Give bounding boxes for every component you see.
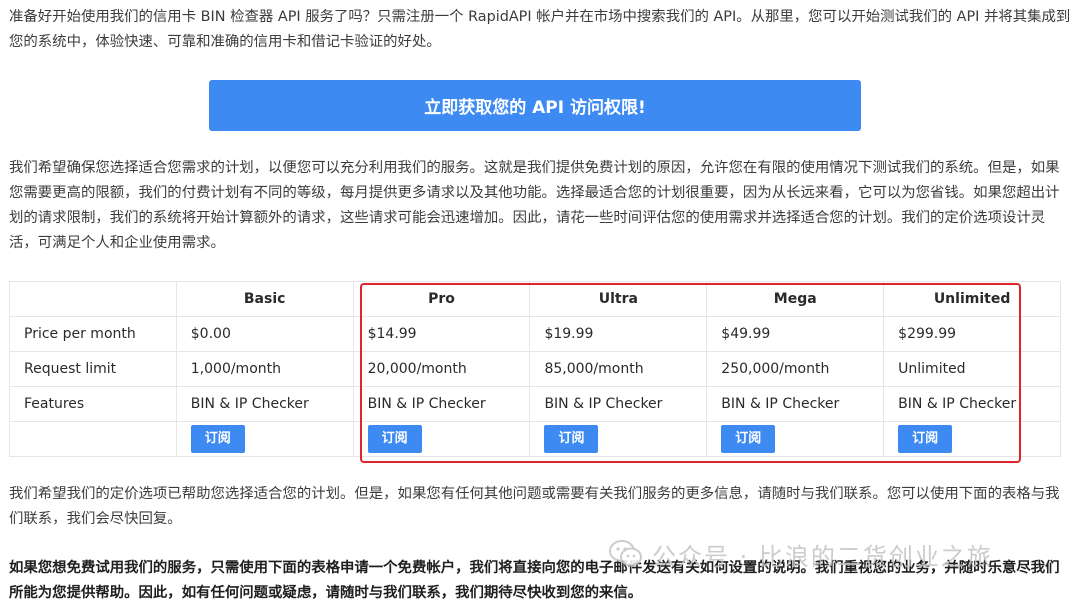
row-label-limit: Request limit	[9, 351, 177, 387]
intro-paragraph: 准备好开始使用我们的信用卡 BIN 检查器 API 服务了吗？只需注册一个 Ra…	[9, 9, 1071, 50]
row-label-features: Features	[9, 386, 177, 422]
table-row: Request limit 1,000/month 20,000/month 8…	[9, 351, 1061, 387]
price-unlimited: $299.99	[883, 316, 1061, 352]
pricing-table: Basic Pro Ultra Mega Unlimited Price per…	[9, 281, 1061, 457]
limit-unlimited: Unlimited	[883, 351, 1061, 387]
header-empty	[9, 281, 177, 317]
price-ultra: $19.99	[529, 316, 708, 352]
limit-ultra: 85,000/month	[529, 351, 708, 387]
row-label-price: Price per month	[9, 316, 177, 352]
header-basic: Basic	[175, 281, 354, 317]
limit-mega: 250,000/month	[706, 351, 885, 387]
table-row: 订阅 订阅 订阅 订阅 订阅	[9, 421, 1061, 457]
subscribe-cell: 订阅	[706, 421, 885, 457]
pricing-header-row: Basic Pro Ultra Mega Unlimited	[9, 281, 1061, 317]
plan-paragraph: 我们希望确保您选择适合您需求的计划，以便您可以充分利用我们的服务。这就是我们提供…	[9, 160, 1060, 251]
features-ultra: BIN & IP Checker	[529, 386, 708, 422]
features-mega: BIN & IP Checker	[706, 386, 885, 422]
wechat-watermark: 公众号 · 比浪的二货创业之旅	[608, 536, 993, 572]
subscribe-basic-button[interactable]: 订阅	[190, 425, 245, 453]
header-mega: Mega	[706, 281, 885, 317]
outro-paragraph: 我们希望我们的定价选项已帮助您选择适合您的计划。但是，如果您有任何其他问题或需要…	[9, 486, 1060, 527]
price-basic: $0.00	[175, 316, 354, 352]
subscribe-pro-button[interactable]: 订阅	[367, 425, 422, 453]
limit-pro: 20,000/month	[352, 351, 531, 387]
subscribe-cell: 订阅	[883, 421, 1061, 457]
subscribe-cell: 订阅	[529, 421, 708, 457]
header-ultra: Ultra	[529, 281, 708, 317]
get-api-access-button[interactable]: 立即获取您的 API 访问权限!	[209, 80, 861, 131]
subscribe-ultra-button[interactable]: 订阅	[544, 425, 599, 453]
features-unlimited: BIN & IP Checker	[883, 386, 1061, 422]
table-row: Features BIN & IP Checker BIN & IP Check…	[9, 386, 1061, 422]
features-pro: BIN & IP Checker	[352, 386, 531, 422]
subscribe-cell: 订阅	[352, 421, 531, 457]
subscribe-row-empty	[9, 421, 177, 457]
header-pro: Pro	[352, 281, 531, 317]
wechat-icon	[609, 540, 642, 567]
limit-basic: 1,000/month	[175, 351, 354, 387]
subscribe-mega-button[interactable]: 订阅	[721, 425, 776, 453]
features-basic: BIN & IP Checker	[175, 386, 354, 422]
subscribe-unlimited-button[interactable]: 订阅	[898, 425, 953, 453]
price-pro: $14.99	[352, 316, 531, 352]
watermark-text: 公众号 · 比浪的二货创业之旅	[652, 542, 993, 571]
table-row: Price per month $0.00 $14.99 $19.99 $49.…	[9, 316, 1061, 352]
price-mega: $49.99	[706, 316, 885, 352]
subscribe-cell: 订阅	[175, 421, 354, 457]
header-unlimited: Unlimited	[883, 281, 1061, 317]
